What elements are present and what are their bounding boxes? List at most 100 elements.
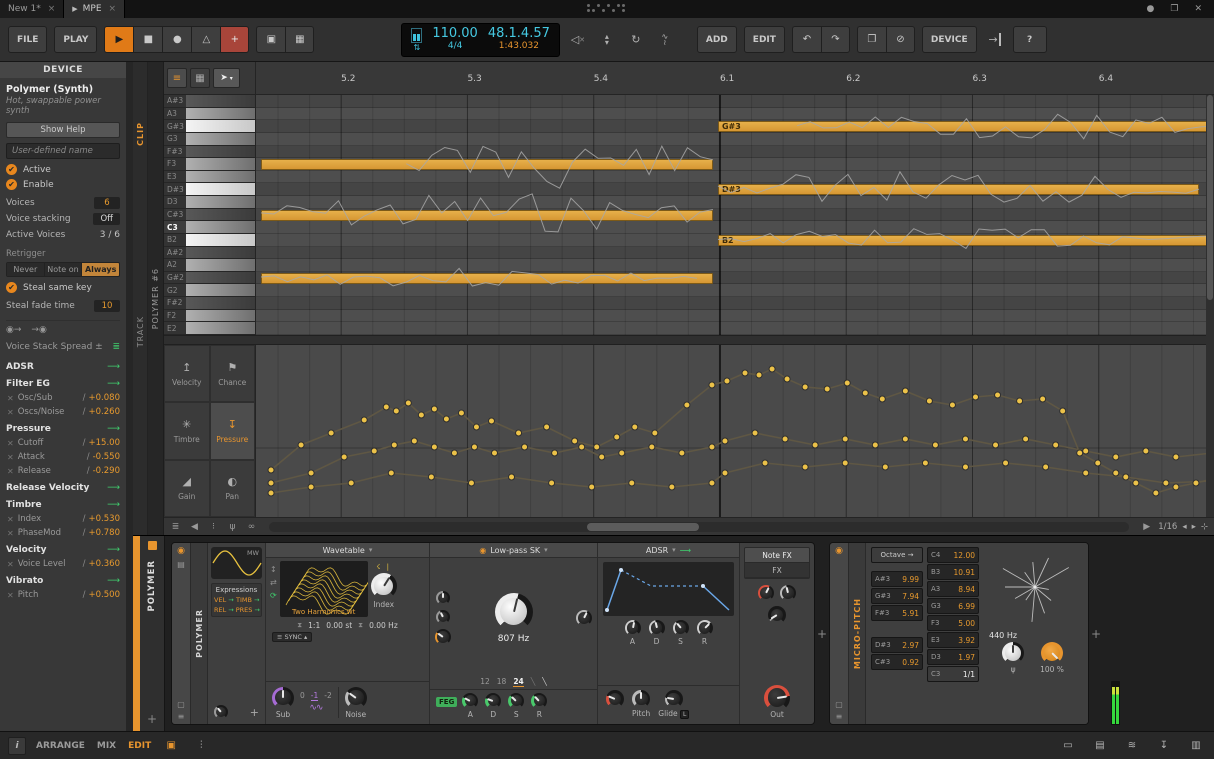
mod-source-release-velocity[interactable]: Release Velocity⟶ — [6, 480, 120, 495]
steal-fade-time-value[interactable]: 10 — [94, 300, 120, 312]
feg-knobs-knob-a[interactable]: A — [462, 693, 478, 719]
voice-stack-spread-row[interactable]: Voice Stack Spread ± ≣ — [6, 339, 120, 354]
remote-controls-icon[interactable]: ▢ — [177, 700, 185, 709]
fx-tab-fx[interactable]: FX — [745, 563, 809, 578]
param-value[interactable]: 6 — [94, 197, 120, 209]
piano-key-E3[interactable]: E3 — [164, 171, 255, 184]
remove-mod-icon[interactable]: ✕ — [7, 591, 14, 600]
restore-window-icon[interactable]: ❐ — [1170, 4, 1178, 14]
mod-target-row[interactable]: ✕Attack/-0.550 — [6, 450, 120, 464]
add-device-button[interactable]: + — [815, 542, 829, 725]
lanes-panel-icon[interactable]: ⫶ — [191, 737, 211, 755]
filter-type-selector[interactable]: ◉ Low-pass SK ▾ — [430, 543, 597, 558]
vibrato-rate-knob[interactable] — [780, 585, 796, 601]
device-power-button[interactable]: ◉ — [835, 546, 843, 556]
sync-mode-badge[interactable]: ≡ SYNC ▴ — [272, 632, 312, 642]
micro-pitch-cell-C#3[interactable]: C#30.92 — [871, 654, 923, 670]
mod-amount-value[interactable]: +0.500 — [89, 590, 120, 600]
micro-pitch-cell-A3[interactable]: A38.94 — [927, 581, 979, 597]
env-amount-knob[interactable] — [606, 690, 624, 708]
note-grid[interactable]: G#3D#3B2 — [256, 95, 1214, 335]
mod-source-vibrato[interactable]: Vibrato⟶ — [6, 573, 120, 588]
toggle-active[interactable]: ✔Active — [6, 162, 120, 177]
time-signature[interactable]: 4/4 — [448, 42, 462, 52]
controllers-icon[interactable]: ▭ — [1058, 737, 1078, 755]
filter-spread-knob[interactable] — [436, 591, 450, 605]
clip-lane-strip[interactable]: POLYMER #6 — [148, 62, 164, 535]
close-icon[interactable]: × — [109, 4, 117, 14]
toggle-steal-same-key[interactable]: ✔Steal same key — [6, 280, 120, 295]
noise-knob[interactable]: Noise — [345, 687, 367, 719]
sub-octave-0[interactable]: 0 — [300, 691, 305, 701]
expression-view-toggle[interactable]: ≡ — [167, 68, 187, 88]
osc-ratio[interactable]: 1:1 — [308, 621, 320, 630]
expression-tab-chance[interactable]: ⚑Chance — [210, 345, 256, 402]
device-power-button[interactable]: ◉ — [177, 546, 185, 556]
nudge-icons[interactable]: ▴▾ — [596, 28, 618, 52]
device-menu-icon[interactable]: ≡ — [836, 712, 843, 721]
tab-clip[interactable]: CLIP — [136, 122, 145, 146]
piano-key-A2[interactable]: A2 — [164, 259, 255, 272]
mod-amount-value[interactable]: +0.780 — [89, 528, 120, 538]
mod-target-row[interactable]: ✕Release/-0.290 — [6, 464, 120, 478]
add-device-track-button[interactable]: + — [147, 712, 157, 726]
filter-power-button[interactable]: ◉ — [479, 546, 486, 555]
glide-legato-badge[interactable]: L — [680, 710, 689, 719]
horizontal-scrollbar[interactable] — [269, 522, 1129, 532]
mod-amount-value[interactable]: -0.550 — [93, 452, 120, 462]
tempo-nudge-icon[interactable]: ⇅ — [413, 45, 420, 51]
micro-pitch-cell-A#3[interactable]: A#39.99 — [871, 571, 923, 587]
mod-target-row[interactable]: ✕PhaseMod/+0.780 — [6, 526, 120, 540]
modwheel-knob[interactable] — [768, 606, 786, 624]
piano-key-A#3[interactable]: A#3 — [164, 95, 255, 108]
expression-tag-pres[interactable]: PRES→ — [236, 606, 260, 614]
add-menu-button[interactable]: ADD — [697, 26, 737, 53]
reference-knob[interactable]: ψ — [1002, 642, 1024, 674]
sub-octave--1[interactable]: -1 — [311, 691, 318, 701]
wavetable-display[interactable]: Two Harmonics.wt — [280, 561, 368, 617]
slope-icon[interactable]: ╲ — [542, 677, 547, 686]
mod-target-row[interactable]: ✕Osc/Sub/+0.080 — [6, 391, 120, 405]
piano-key-D3[interactable]: D3 — [164, 196, 255, 209]
filter-cutoff-value[interactable]: 807 Hz — [498, 634, 530, 644]
piano-key-E2[interactable]: E2 — [164, 322, 255, 335]
link-icon[interactable]: ∞ — [244, 522, 259, 532]
piano-key-D#3[interactable]: D#3 — [164, 183, 255, 196]
device-micro-pitch[interactable]: ◉ ▢ ≡ MICRO-PITCH Octave →A#39.99G#37.94… — [829, 542, 1089, 725]
voice-io-icon-0[interactable]: ◉→ — [6, 325, 21, 335]
mod-target-row[interactable]: ✕Oscs/Noise/+0.260 — [6, 405, 120, 419]
mappings-icon[interactable]: ≋ — [1122, 737, 1142, 755]
transport-display[interactable]: ⇅ 110.00 4/4 48.1.4.57 1:43.032 — [401, 23, 560, 57]
punch-button[interactable]: ▣ — [256, 26, 285, 53]
view-button-edit[interactable]: EDIT — [128, 741, 151, 751]
browser-panel-icon[interactable]: ▤ — [1090, 737, 1110, 755]
filter-drive-knob[interactable] — [435, 629, 451, 645]
remove-mod-icon[interactable]: ✕ — [7, 515, 14, 524]
filter-eg-badge[interactable]: FEG — [436, 697, 457, 707]
env-knobs-knob-r[interactable]: R — [697, 620, 713, 646]
device-chain-track-header[interactable]: POLYMER + — [140, 536, 165, 731]
remove-mod-icon[interactable]: ✕ — [7, 560, 14, 569]
osc-detune-hz[interactable]: 0.00 Hz — [369, 621, 398, 630]
filter-resonance-knob[interactable] — [576, 610, 592, 626]
envelope-display[interactable] — [603, 562, 734, 616]
preset-icon[interactable]: ▤ — [177, 560, 185, 569]
dual-display-button[interactable]: ▦ — [285, 26, 314, 53]
filter-slope-12[interactable]: 12 — [480, 677, 490, 686]
micro-pitch-cell-C4[interactable]: C412.00 — [927, 547, 979, 563]
micro-pitch-cell-D#3[interactable]: D#32.97 — [871, 637, 923, 653]
mod-amount-value[interactable]: +0.260 — [89, 407, 120, 417]
stop-button[interactable]: ■ — [133, 26, 162, 53]
piano-key-G#2[interactable]: G#2 — [164, 272, 255, 285]
remove-mod-icon[interactable]: ✕ — [7, 453, 14, 462]
project-tab-mpe[interactable]: ▶ MPE × — [64, 0, 125, 18]
remove-mod-icon[interactable]: ✕ — [7, 467, 14, 476]
mpe-icon[interactable]: ψ — [225, 522, 240, 532]
overdub-button[interactable]: + — [220, 26, 249, 53]
index-knob[interactable]: Index — [371, 573, 397, 609]
device-menu-button[interactable]: DEVICE — [922, 26, 977, 53]
mod-target-row[interactable]: ✕Cutoff/+15.00 — [6, 436, 120, 450]
add-device-button-end[interactable]: + — [1089, 542, 1103, 725]
micro-pitch-cell-E3[interactable]: E33.92 — [927, 632, 979, 648]
fx-tab-note-fx[interactable]: Note FX — [745, 548, 809, 563]
